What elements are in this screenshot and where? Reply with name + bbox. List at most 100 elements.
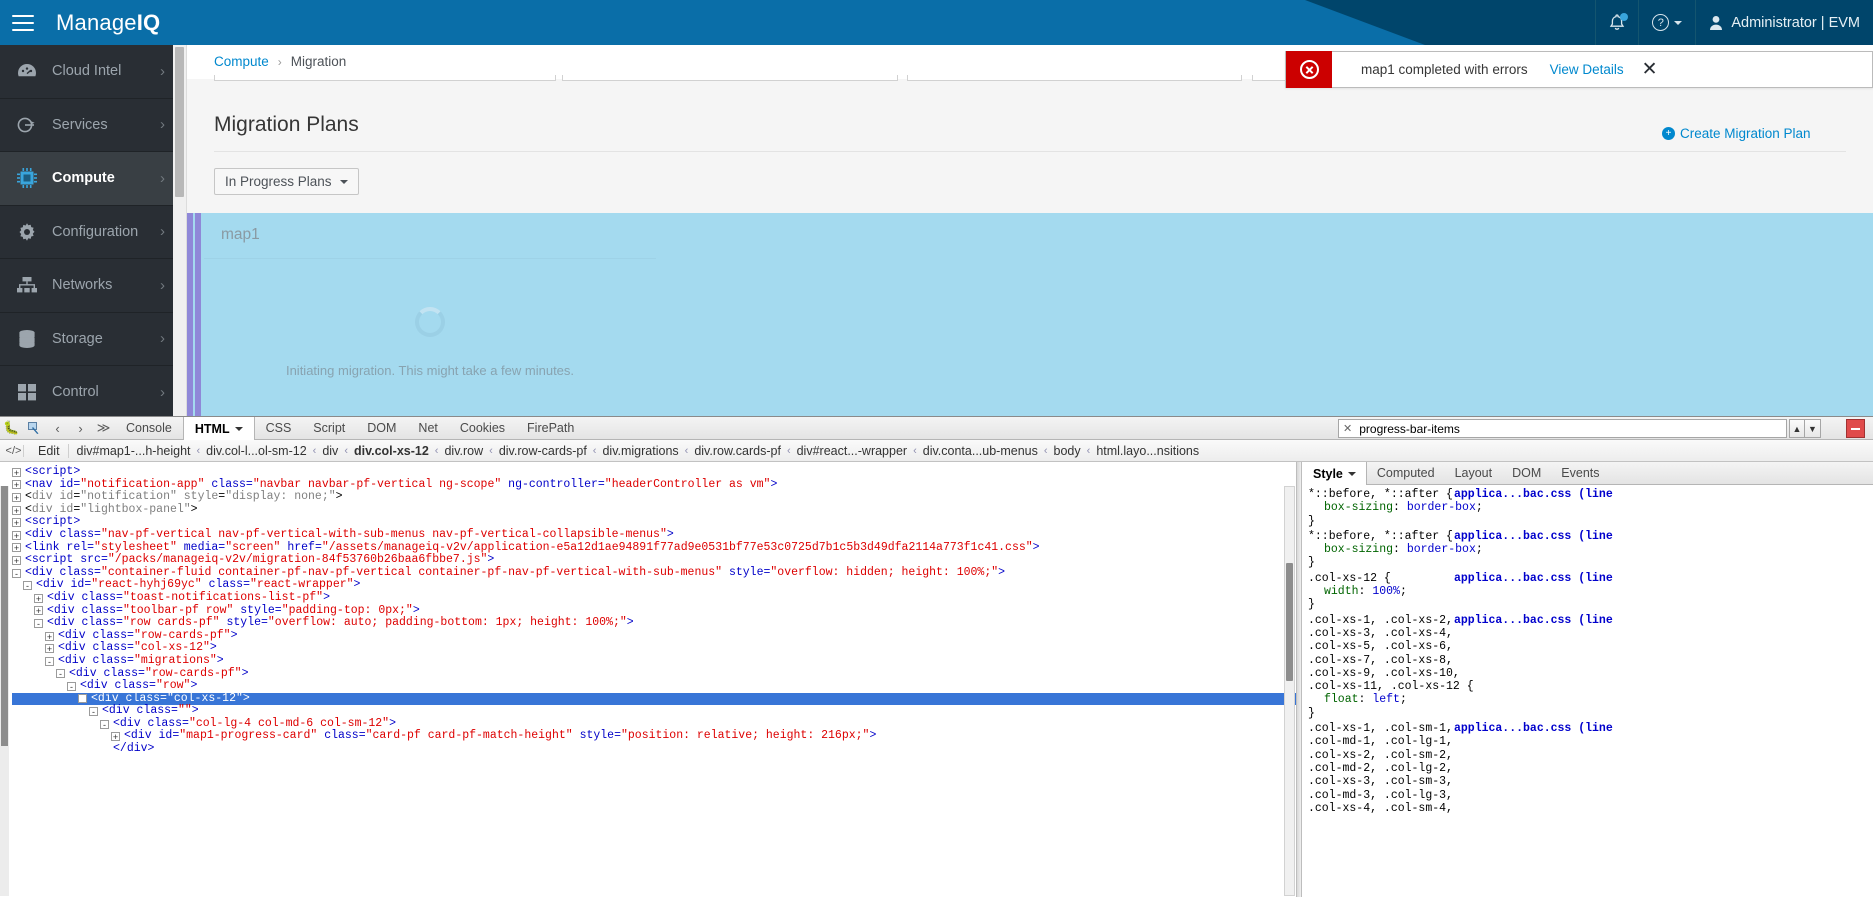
dom-path-crumb[interactable]: body	[1053, 444, 1082, 458]
css-rule[interactable]: .col-xs-1, .col-sm-1, applica...bac.css (…	[1308, 722, 1873, 815]
css-declaration[interactable]: box-sizing: border-box;	[1308, 543, 1873, 556]
html-pane-left-scrollbar[interactable]	[0, 486, 9, 896]
expand-icon[interactable]: +	[45, 644, 54, 654]
inspect-element-icon[interactable]	[23, 417, 46, 439]
firebug-logo-icon[interactable]: 🐛	[0, 417, 23, 439]
breadcrumb-item-compute[interactable]: Compute	[214, 54, 269, 69]
side-tab-style[interactable]: Style	[1303, 462, 1367, 485]
search-input[interactable]	[1357, 420, 1782, 437]
dom-path-crumb[interactable]: div.migrations	[601, 444, 679, 458]
dom-path-crumb[interactable]: div.col-xs-12	[353, 444, 430, 458]
side-tab-events[interactable]: Events	[1551, 462, 1609, 484]
search-next-button[interactable]: ▼	[1805, 419, 1821, 438]
firebug-tab-script[interactable]: Script	[302, 417, 356, 439]
collapse-icon[interactable]: -	[56, 669, 65, 679]
dom-path-crumb[interactable]: div.row.cards-pf	[693, 444, 782, 458]
html-source-line[interactable]: + <div id="lightbox-panel">	[12, 503, 1296, 517]
html-source-line[interactable]: + <div id="notification" style="display: …	[12, 490, 1296, 504]
collapse-icon[interactable]: -	[34, 618, 43, 628]
dom-path-crumb[interactable]: div.col-l...ol-sm-12	[205, 444, 307, 458]
expand-icon[interactable]: +	[12, 480, 21, 490]
expand-icon[interactable]: +	[45, 631, 54, 641]
collapse-icon[interactable]: -	[67, 681, 76, 691]
collapse-icon[interactable]: -	[78, 694, 87, 704]
menu-toggle-icon[interactable]	[12, 14, 34, 31]
css-source-link[interactable]: applica...bac.css (line	[1454, 614, 1613, 627]
nav-back-icon[interactable]: ‹	[46, 417, 69, 439]
css-source-link[interactable]: applica...bac.css (line	[1454, 572, 1613, 585]
side-tab-dom[interactable]: DOM	[1502, 462, 1551, 484]
html-pane-left-scroll-thumb[interactable]	[1, 486, 8, 746]
css-rule[interactable]: .col-xs-12 {applica...bac.css (line width…	[1308, 572, 1873, 612]
page-scrollbar-thumb[interactable]	[175, 47, 184, 197]
collapse-icon[interactable]: -	[89, 707, 98, 717]
plans-filter-dropdown[interactable]: In Progress Plans	[214, 168, 359, 195]
css-source-link[interactable]: applica...bac.css (line	[1454, 488, 1613, 501]
expand-icon[interactable]: +	[12, 530, 21, 540]
nav-forward-icon[interactable]: ›	[69, 417, 92, 439]
brand-logo[interactable]: ManageIQ	[56, 10, 160, 36]
html-source-line[interactable]: - <div class="col-xs-12">	[12, 692, 1296, 706]
help-menu-button[interactable]: ?	[1638, 0, 1695, 45]
create-migration-plan-button[interactable]: + Create Migration Plan	[1662, 126, 1811, 141]
expand-icon[interactable]: +	[12, 492, 21, 502]
firebug-tab-dom[interactable]: DOM	[356, 417, 407, 439]
css-rule[interactable]: *::before, *::after {applica...bac.css (…	[1308, 488, 1873, 528]
sidebar-item-cloud-intel[interactable]: Cloud Intel ›	[0, 45, 173, 99]
html-source-line[interactable]: + <div id="map1-progress-card" class="car…	[12, 730, 1296, 743]
search-prev-button[interactable]: ▲	[1789, 419, 1805, 438]
sidebar-item-networks[interactable]: Networks ›	[0, 259, 173, 313]
dom-path-crumb[interactable]: div#map1-...h-height	[76, 444, 192, 458]
css-source-link[interactable]: applica...bac.css (line	[1454, 530, 1613, 543]
toolbar-field-3[interactable]	[907, 75, 1242, 81]
collapse-icon[interactable]: -	[23, 581, 32, 591]
user-menu-button[interactable]: Administrator | EVM	[1695, 0, 1873, 45]
toolbar-field-1[interactable]	[214, 75, 556, 81]
html-source-line[interactable]: </div>	[12, 742, 1296, 756]
firebug-tab-net[interactable]: Net	[407, 417, 448, 439]
firebug-tab-css[interactable]: CSS	[255, 417, 303, 439]
css-declaration[interactable]: box-sizing: border-box;	[1308, 501, 1873, 514]
html-pane-scroll-thumb[interactable]	[1286, 563, 1293, 681]
dom-path-crumb[interactable]: div	[321, 444, 339, 458]
expand-icon[interactable]: +	[111, 732, 120, 742]
firebug-close-button[interactable]	[1846, 419, 1865, 438]
collapse-icon[interactable]: -	[45, 656, 54, 666]
html-source-line[interactable]: - <div class="row-cards-pf">	[12, 667, 1296, 681]
css-source-link[interactable]: applica...bac.css (line	[1454, 722, 1613, 735]
options-menu-icon[interactable]: ≫	[92, 417, 115, 439]
sidebar-item-compute[interactable]: Compute ›	[0, 152, 173, 206]
expand-icon[interactable]: +	[12, 505, 21, 515]
firebug-search-box[interactable]: ✕	[1338, 419, 1787, 438]
clear-search-icon[interactable]: ✕	[1343, 422, 1352, 435]
expand-icon[interactable]: +	[12, 555, 21, 565]
firebug-tab-firepath[interactable]: FirePath	[516, 417, 585, 439]
side-tab-computed[interactable]: Computed	[1367, 462, 1445, 484]
expand-icon[interactable]: +	[34, 606, 43, 616]
expand-icon[interactable]: +	[12, 543, 21, 553]
edit-button[interactable]: Edit	[30, 443, 69, 458]
collapse-icon[interactable]: -	[12, 568, 21, 578]
close-icon[interactable]: ✕	[1642, 60, 1658, 79]
expand-icon[interactable]: +	[12, 518, 21, 528]
view-details-link[interactable]: View Details	[1550, 62, 1624, 77]
sidebar-item-services[interactable]: Services ›	[0, 99, 173, 152]
firebug-tab-cookies[interactable]: Cookies	[449, 417, 516, 439]
collapse-icon[interactable]: -	[100, 719, 109, 729]
dom-path-crumb[interactable]: div.conta...ub-menus	[922, 444, 1039, 458]
firebug-tab-html[interactable]: HTML	[182, 417, 255, 440]
page-scrollbar[interactable]	[173, 45, 187, 416]
dom-path-crumb[interactable]: div.row	[443, 444, 484, 458]
css-declaration[interactable]: float: left;	[1308, 693, 1873, 706]
sidebar-item-control[interactable]: Control ›	[0, 366, 173, 420]
firebug-pane-splitter[interactable]	[1296, 462, 1302, 897]
dom-path-crumb[interactable]: div#react...-wrapper	[796, 444, 908, 458]
sidebar-item-storage[interactable]: Storage ›	[0, 313, 173, 366]
notifications-button[interactable]	[1595, 0, 1638, 45]
toolbar-field-2[interactable]	[562, 75, 898, 81]
css-rule[interactable]: *::before, *::after {applica...bac.css (…	[1308, 530, 1873, 570]
side-tab-layout[interactable]: Layout	[1445, 462, 1503, 484]
expand-icon[interactable]: +	[34, 593, 43, 603]
sidebar-item-configuration[interactable]: Configuration ›	[0, 206, 173, 259]
dom-path-crumb[interactable]: html.layo...nsitions	[1095, 444, 1200, 458]
